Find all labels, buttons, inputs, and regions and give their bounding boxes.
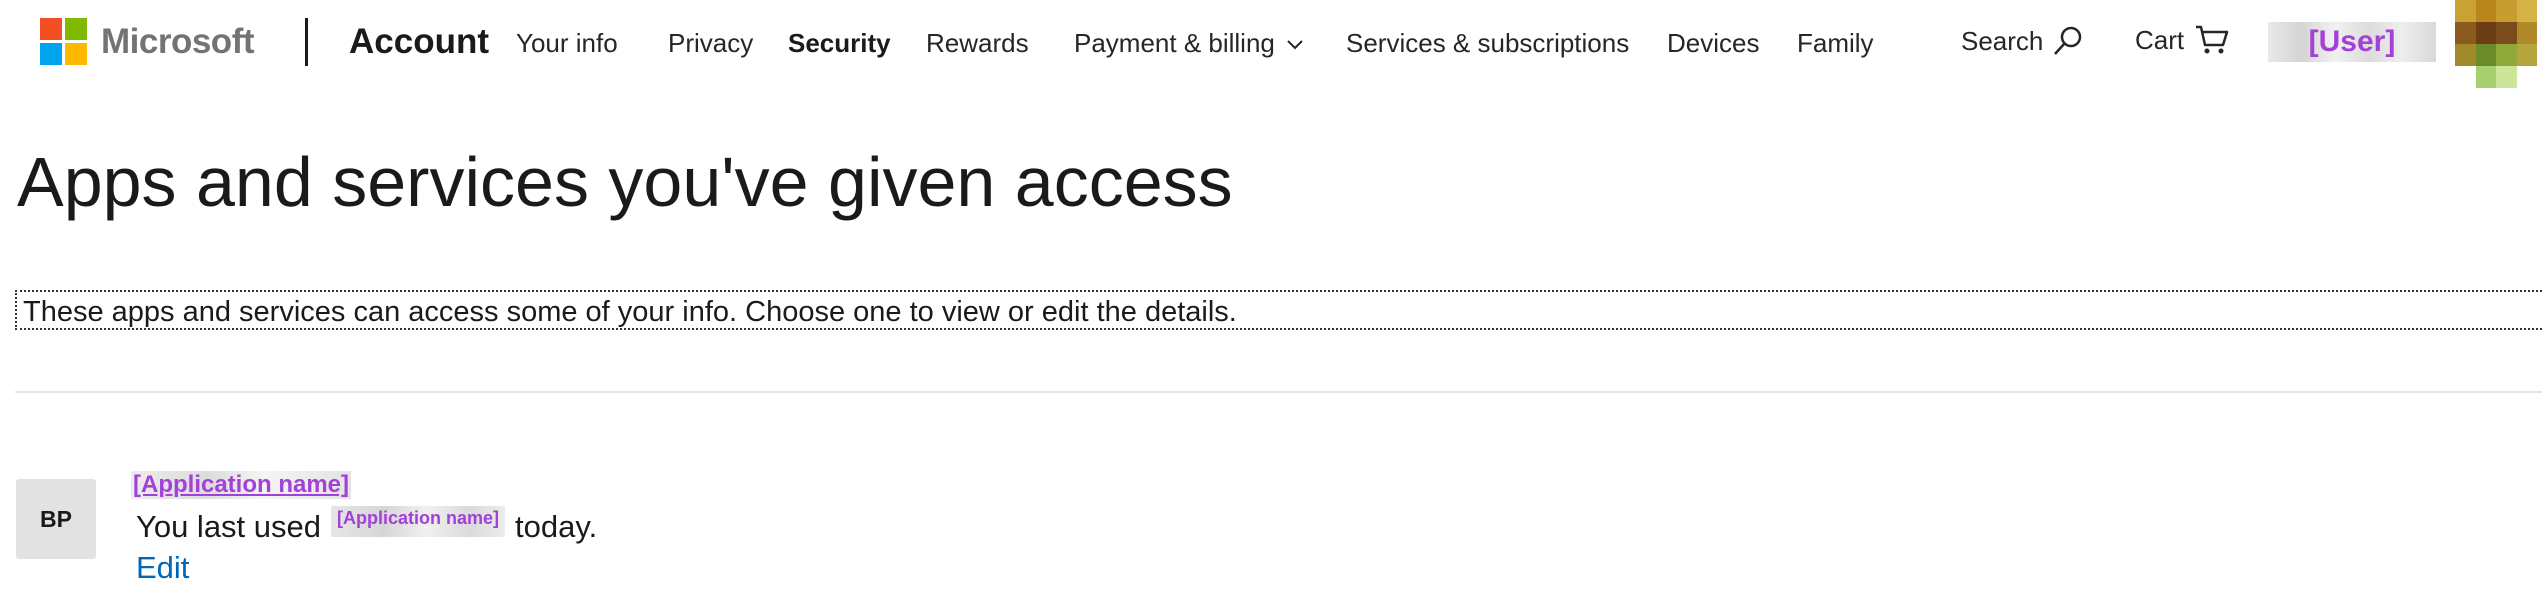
avatar[interactable] xyxy=(2455,0,2537,88)
microsoft-logo[interactable]: Microsoft xyxy=(40,18,255,65)
search-button[interactable]: Search xyxy=(1961,24,2085,58)
nav-services-subscriptions[interactable]: Services & subscriptions xyxy=(1346,28,1629,59)
nav-payment-billing-label: Payment & billing xyxy=(1074,28,1275,58)
cart-button[interactable]: Cart xyxy=(2135,24,2230,56)
nav-family[interactable]: Family xyxy=(1797,28,1874,59)
app-last-used: You last used [Application name] today. xyxy=(136,505,598,545)
user-name[interactable]: [User] xyxy=(2268,22,2436,62)
edit-app-link[interactable]: Edit xyxy=(136,550,189,586)
microsoft-logo-icon xyxy=(40,18,87,65)
nav-devices[interactable]: Devices xyxy=(1667,28,1759,59)
chevron-down-icon xyxy=(1287,40,1303,50)
app-name-link[interactable]: [Application name] xyxy=(131,471,352,499)
section-divider xyxy=(15,391,2542,393)
last-used-suffix: today. xyxy=(515,509,598,544)
microsoft-wordmark: Microsoft xyxy=(101,21,255,61)
top-header: Microsoft Account Your info Privacy Secu… xyxy=(0,0,2542,90)
account-title[interactable]: Account xyxy=(349,22,489,62)
nav-your-info[interactable]: Your info xyxy=(516,28,618,59)
cart-label: Cart xyxy=(2135,24,2185,55)
page-title: Apps and services you've given access xyxy=(17,143,1233,221)
search-icon xyxy=(2054,26,2082,55)
last-used-prefix: You last used xyxy=(136,509,322,544)
nav-rewards[interactable]: Rewards xyxy=(926,28,1029,59)
intro-box: These apps and services can access some … xyxy=(15,290,2542,330)
search-label: Search xyxy=(1961,25,2044,56)
cart-icon xyxy=(2196,25,2229,54)
nav-privacy[interactable]: Privacy xyxy=(668,28,753,59)
nav-security[interactable]: Security xyxy=(788,28,891,59)
header-divider xyxy=(305,18,308,66)
intro-text: These apps and services can access some … xyxy=(23,296,1237,328)
last-used-app-name: [Application name] xyxy=(331,505,506,537)
nav-payment-billing[interactable]: Payment & billing xyxy=(1074,28,1303,59)
app-initials-tile: BP xyxy=(16,479,96,559)
